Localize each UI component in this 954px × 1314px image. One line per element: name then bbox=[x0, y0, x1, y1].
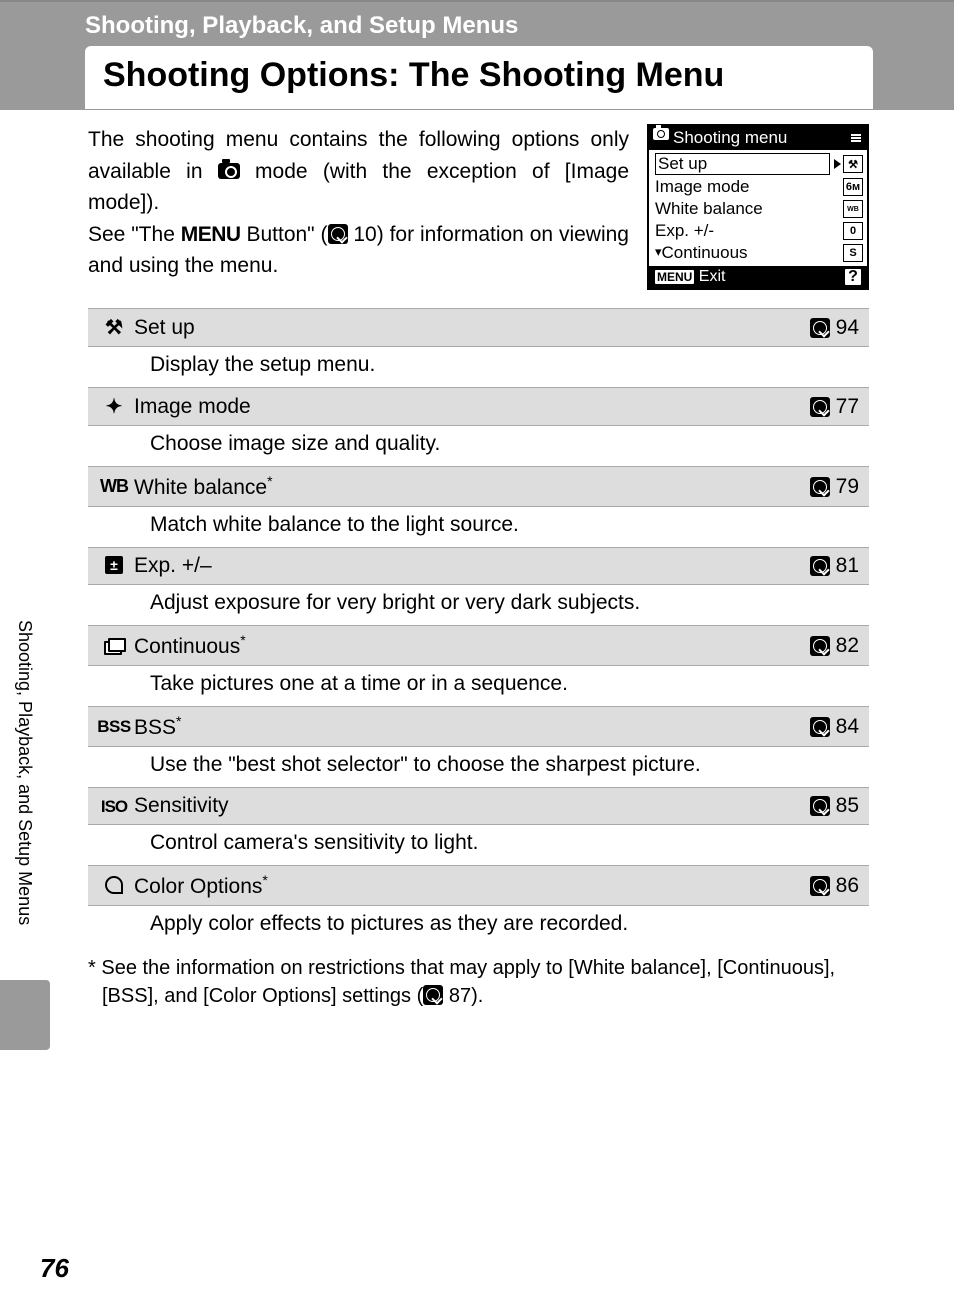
footnote-mark: * bbox=[88, 957, 96, 979]
option-bss: BSS BSS* 84 bbox=[88, 706, 869, 747]
lcd-item-exp: Exp. +/- 0 bbox=[655, 220, 863, 242]
header-band: Shooting, Playback, and Setup Menus Shoo… bbox=[0, 0, 954, 110]
page-title: Shooting Options: The Shooting Menu bbox=[103, 56, 855, 95]
help-icon: ? bbox=[845, 269, 861, 285]
option-desc: Take pictures one at a time or in a sequ… bbox=[88, 666, 869, 706]
option-title: Image mode bbox=[134, 395, 804, 419]
option-desc: Apply color effects to pictures as they … bbox=[88, 906, 869, 946]
lcd-badge: 6ᴍ bbox=[843, 178, 863, 196]
color-options-icon bbox=[94, 875, 134, 896]
option-desc: Use the "best shot selector" to choose t… bbox=[88, 747, 869, 787]
lcd-label: White balance bbox=[655, 199, 843, 219]
reference-icon bbox=[810, 318, 830, 338]
bss-icon: BSS bbox=[94, 716, 134, 737]
option-page: 85 bbox=[804, 794, 859, 818]
reference-icon bbox=[810, 397, 830, 417]
menu-box-icon: MENU bbox=[655, 270, 694, 284]
iso-icon: ISO bbox=[94, 796, 134, 817]
reference-icon bbox=[810, 876, 830, 896]
option-title: White balance* bbox=[134, 473, 804, 500]
footnote: * See the information on restrictions th… bbox=[14, 946, 954, 1010]
lcd-label: Set up bbox=[655, 153, 830, 175]
option-sensitivity: ISO Sensitivity 85 bbox=[88, 787, 869, 825]
reference-icon bbox=[810, 477, 830, 497]
lcd-badge: 0 bbox=[843, 222, 863, 240]
lcd-badge: ⚒ bbox=[843, 155, 863, 173]
intro-p2ref: 10 bbox=[353, 223, 376, 246]
lcd-label: Exp. +/- bbox=[655, 221, 843, 241]
reference-icon bbox=[810, 796, 830, 816]
chevron-right-icon bbox=[834, 159, 841, 169]
lcd-label: ▾Continuous bbox=[655, 243, 843, 263]
intro-p2a: See "The bbox=[88, 223, 181, 246]
lcd-item-white-balance: White balance WB bbox=[655, 198, 863, 220]
option-desc: Choose image size and quality. bbox=[88, 426, 869, 466]
lcd-exit-label: Exit bbox=[699, 268, 726, 285]
option-page: 82 bbox=[804, 634, 859, 658]
option-page: 94 bbox=[804, 316, 859, 340]
lcd-preview: Shooting menu Set up ⚒ Image mode 6ᴍ Whi… bbox=[647, 124, 869, 290]
lcd-title-bar: Shooting menu bbox=[649, 126, 867, 150]
lcd-item-setup: Set up ⚒ bbox=[655, 152, 863, 176]
lcd-label: Image mode bbox=[655, 177, 843, 197]
option-title: Color Options* bbox=[134, 872, 804, 899]
option-title: Set up bbox=[134, 316, 804, 340]
chapter-heading: Shooting, Playback, and Setup Menus bbox=[85, 12, 954, 40]
option-page: 79 bbox=[804, 475, 859, 499]
option-title: Sensitivity bbox=[134, 794, 804, 818]
option-continuous: Continuous* 82 bbox=[88, 625, 869, 666]
lcd-body: Set up ⚒ Image mode 6ᴍ White balance WB … bbox=[649, 150, 867, 266]
option-title: Continuous* bbox=[134, 632, 804, 659]
image-mode-icon: ✦ bbox=[94, 394, 134, 419]
footnote-text-b: ). bbox=[471, 985, 483, 1007]
option-title: BSS* bbox=[134, 713, 804, 740]
lcd-badge: WB bbox=[843, 200, 863, 218]
option-desc: Match white balance to the light source. bbox=[88, 507, 869, 547]
footnote-ref: 87 bbox=[449, 985, 471, 1007]
lcd-badge: S bbox=[843, 244, 863, 262]
camera-icon bbox=[218, 163, 240, 179]
reference-icon bbox=[328, 224, 348, 244]
white-balance-icon: WB bbox=[94, 476, 134, 497]
lcd-footer: MENU Exit ? bbox=[649, 266, 867, 288]
side-tab-stub bbox=[0, 980, 50, 1050]
lcd-item-continuous: ▾Continuous S bbox=[655, 242, 863, 264]
reference-icon bbox=[810, 636, 830, 656]
lcd-title-text: Shooting menu bbox=[673, 128, 787, 148]
option-setup: ⚒ Set up 94 bbox=[88, 308, 869, 347]
option-page: 77 bbox=[804, 395, 859, 419]
title-box: Shooting Options: The Shooting Menu bbox=[85, 46, 873, 109]
continuous-icon bbox=[94, 635, 134, 656]
page-number: 76 bbox=[40, 1253, 69, 1284]
side-tab-label: Shooting, Playback, and Setup Menus bbox=[14, 620, 35, 925]
option-image-mode: ✦ Image mode 77 bbox=[88, 387, 869, 426]
reference-icon bbox=[810, 717, 830, 737]
option-white-balance: WB White balance* 79 bbox=[88, 466, 869, 507]
option-desc: Display the setup menu. bbox=[88, 347, 869, 387]
content-area: The shooting menu contains the following… bbox=[0, 110, 954, 946]
option-desc: Adjust exposure for very bright or very … bbox=[88, 585, 869, 625]
camera-icon bbox=[653, 128, 669, 140]
option-page: 81 bbox=[804, 554, 859, 578]
reference-icon bbox=[423, 985, 443, 1005]
option-page: 86 bbox=[804, 874, 859, 898]
exposure-icon bbox=[94, 556, 134, 577]
intro-text: The shooting menu contains the following… bbox=[88, 124, 629, 290]
option-page: 84 bbox=[804, 715, 859, 739]
option-color-options: Color Options* 86 bbox=[88, 865, 869, 906]
option-desc: Control camera's sensitivity to light. bbox=[88, 825, 869, 865]
lcd-item-image-mode: Image mode 6ᴍ bbox=[655, 176, 863, 198]
reference-icon bbox=[810, 556, 830, 576]
option-title: Exp. +/– bbox=[134, 554, 804, 578]
option-exposure: Exp. +/– 81 bbox=[88, 547, 869, 585]
intro-p2b: Button" ( bbox=[241, 223, 328, 246]
setup-icon: ⚒ bbox=[94, 315, 134, 340]
options-table: ⚒ Set up 94 Display the setup menu. ✦ Im… bbox=[88, 308, 869, 946]
menu-word: MENU bbox=[181, 223, 241, 246]
menu-bars-icon bbox=[851, 134, 861, 142]
